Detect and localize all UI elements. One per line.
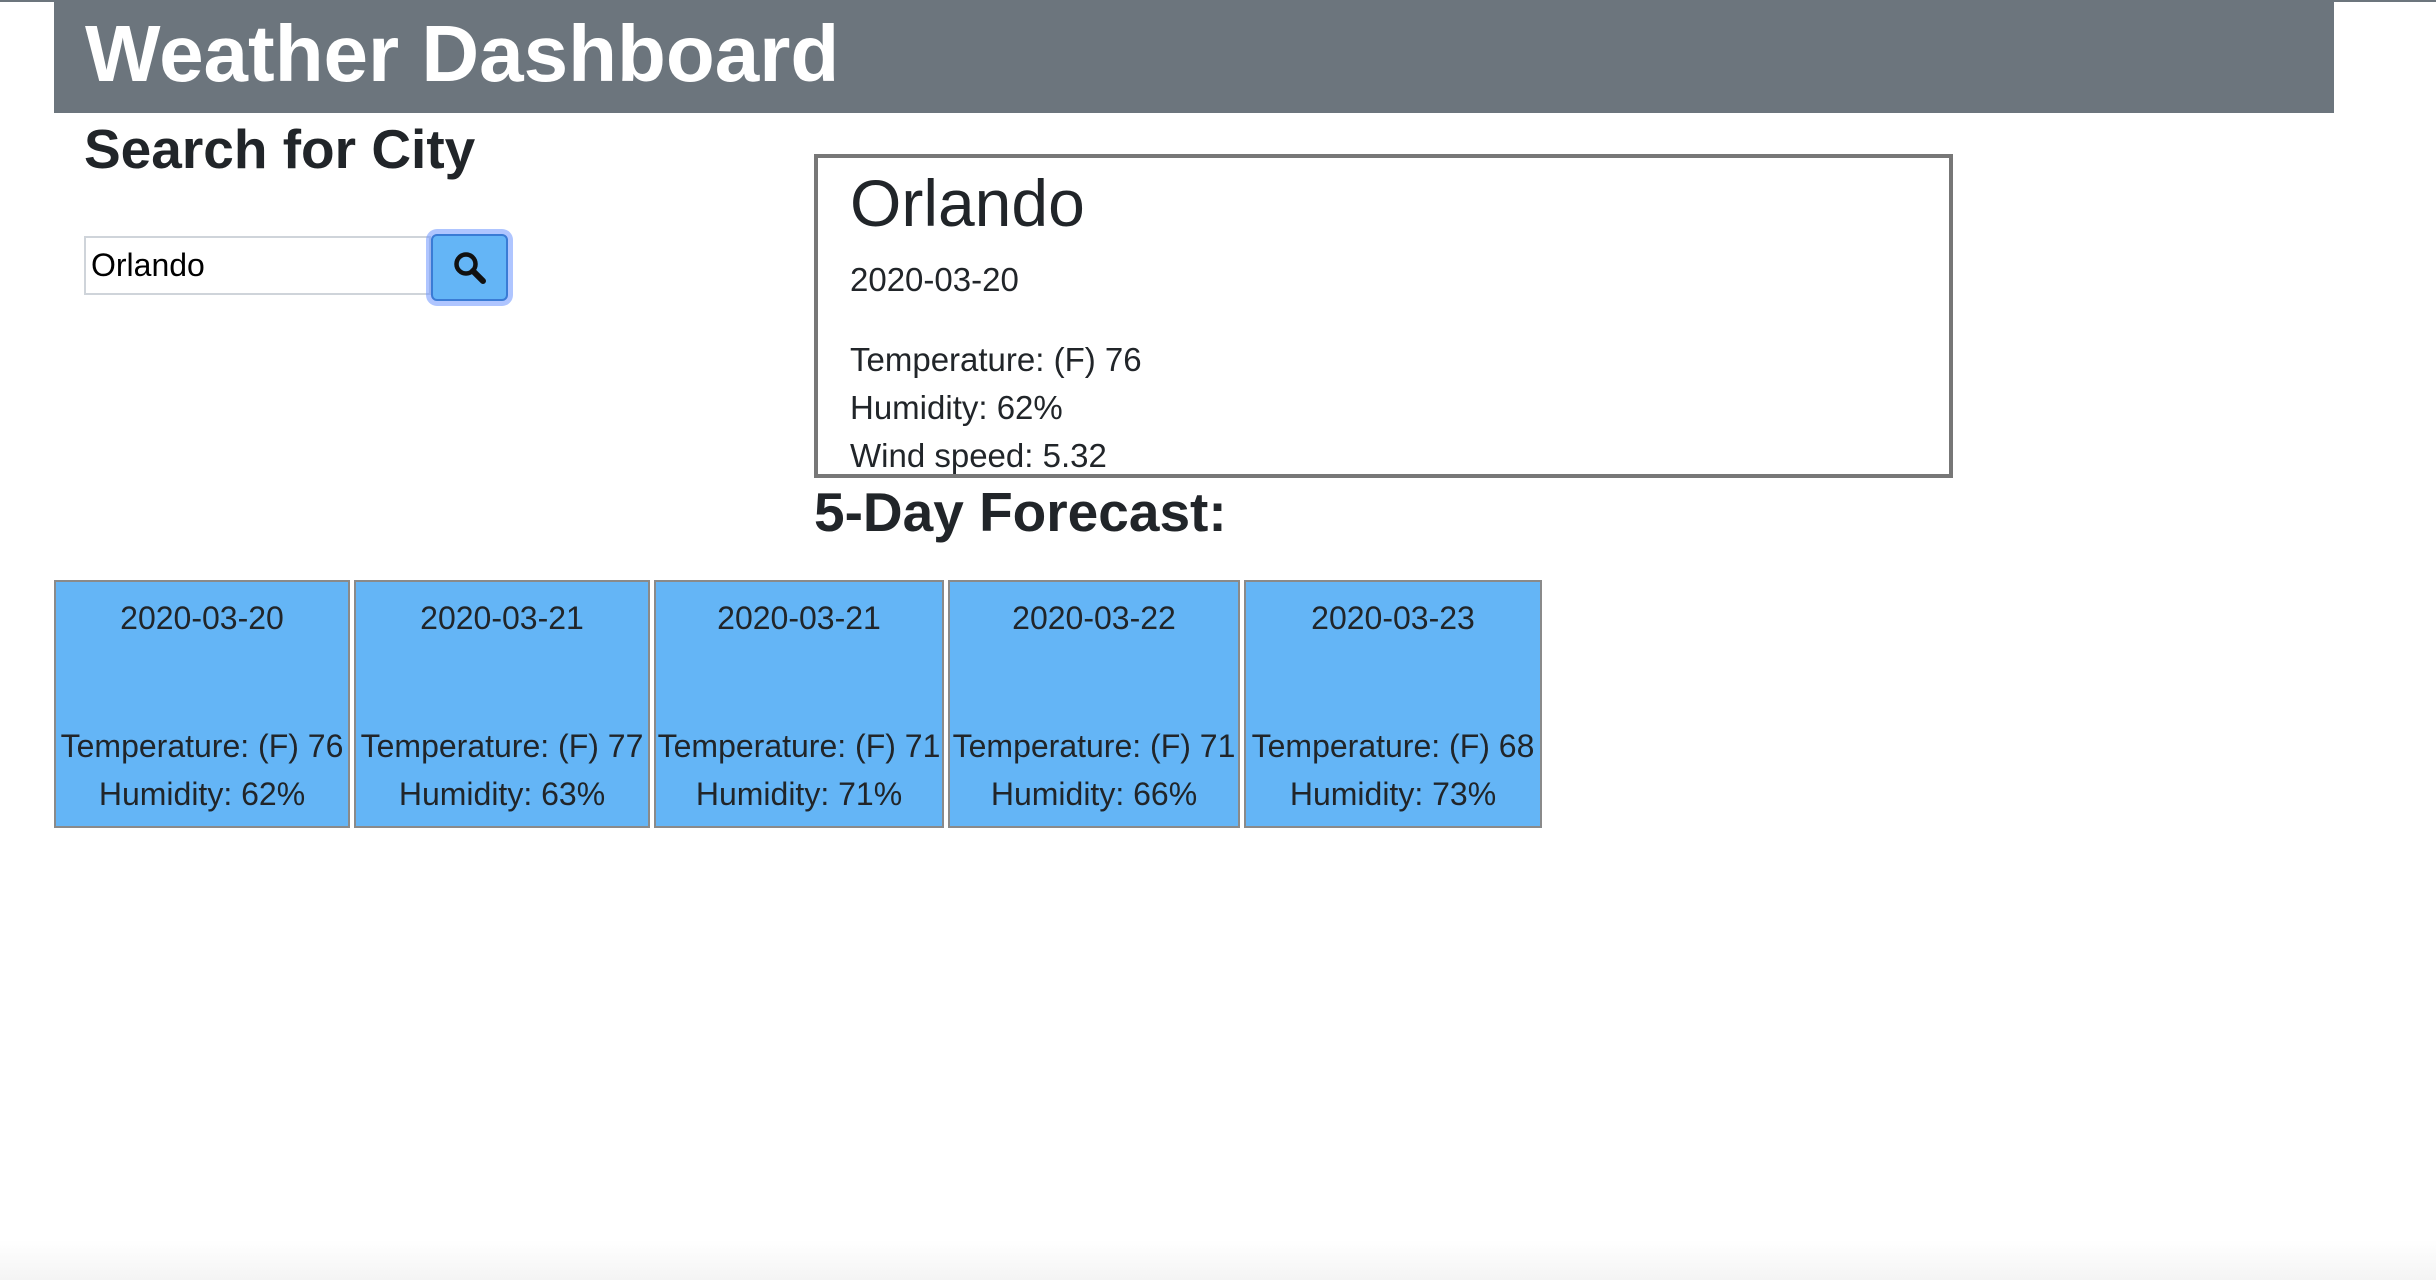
search-input[interactable]: [84, 236, 431, 295]
forecast-humidity: Humidity: 66%: [990, 776, 1198, 812]
forecast-temperature: Temperature: (F) 71: [952, 728, 1236, 764]
forecast-humidity: Humidity: 73%: [1289, 776, 1497, 812]
forecast-temperature: Temperature: (F) 76: [60, 728, 344, 764]
current-weather-card: Orlando 2020-03-20 Temperature: (F) 76 H…: [814, 154, 1953, 478]
forecast-date: 2020-03-21: [420, 600, 584, 636]
forecast-temperature: Temperature: (F) 77: [360, 728, 644, 764]
forecast-card: 2020-03-20 Temperature: (F) 76 Humidity:…: [54, 580, 350, 828]
forecast-temperature: Temperature: (F) 71: [657, 728, 941, 764]
forecast-humidity: Humidity: 62%: [98, 776, 306, 812]
forecast-title: 5-Day Forecast:: [814, 481, 1227, 543]
forecast-date: 2020-03-22: [1012, 600, 1176, 636]
forecast-card: 2020-03-23 Temperature: (F) 68 Humidity:…: [1244, 580, 1542, 828]
forecast-card: 2020-03-21 Temperature: (F) 71 Humidity:…: [654, 580, 944, 828]
forecast-date: 2020-03-23: [1311, 600, 1475, 636]
search-button[interactable]: [431, 234, 508, 301]
search-title: Search for City: [84, 118, 476, 180]
current-wind-speed: Wind speed: 5.32: [850, 437, 1107, 474]
header-bar: Weather Dashboard: [54, 2, 2334, 113]
search-icon: [454, 252, 486, 284]
forecast-humidity: Humidity: 71%: [695, 776, 903, 812]
current-temperature: Temperature: (F) 76: [850, 341, 1142, 378]
forecast-date: 2020-03-21: [717, 600, 881, 636]
forecast-humidity: Humidity: 63%: [398, 776, 606, 812]
forecast-card: 2020-03-21 Temperature: (F) 77 Humidity:…: [354, 580, 650, 828]
forecast-date: 2020-03-20: [120, 600, 284, 636]
page-title: Weather Dashboard: [85, 9, 840, 98]
current-date: 2020-03-20: [850, 261, 1019, 298]
current-humidity: Humidity: 62%: [850, 389, 1063, 426]
forecast-card: 2020-03-22 Temperature: (F) 71 Humidity:…: [948, 580, 1240, 828]
page-bottom-shade: [0, 1240, 2436, 1280]
forecast-temperature: Temperature: (F) 68: [1251, 728, 1535, 764]
current-city-name: Orlando: [850, 166, 1085, 240]
